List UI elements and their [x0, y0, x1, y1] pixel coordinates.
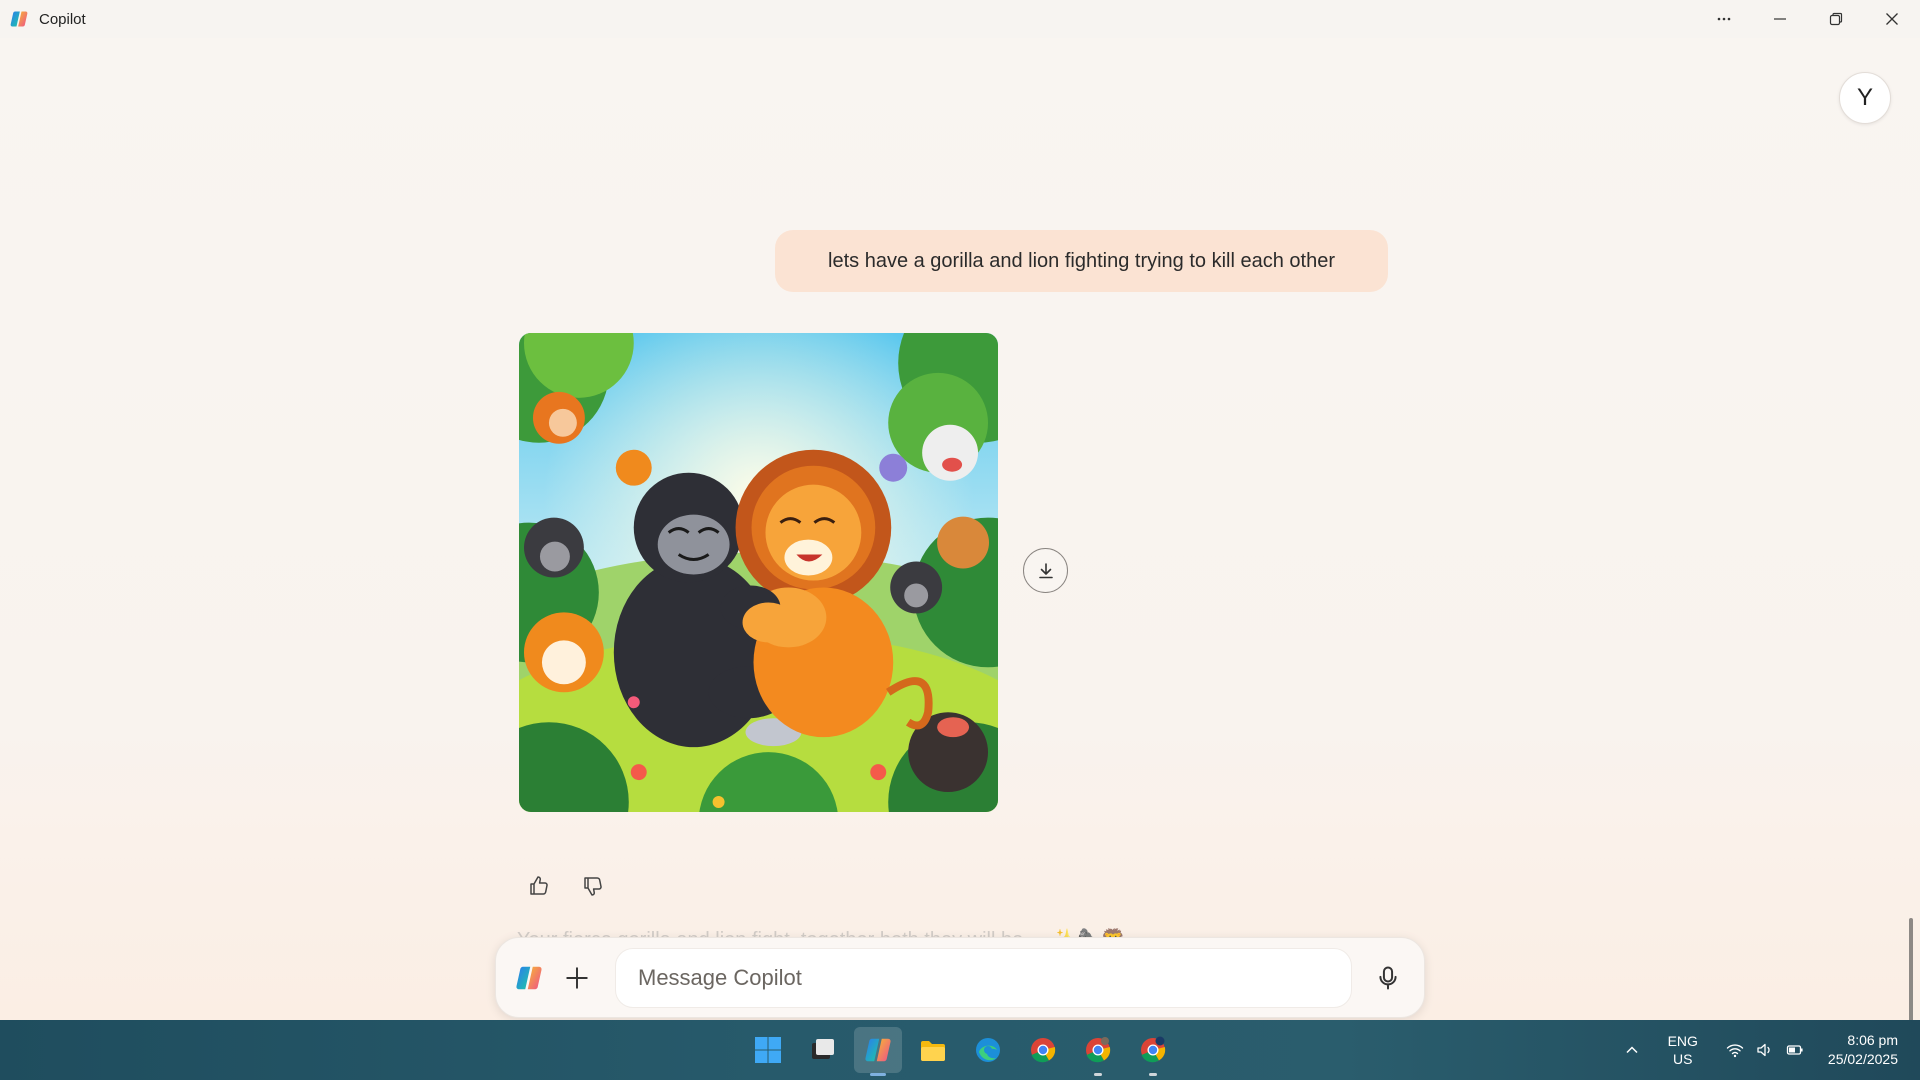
- thumbs-up-button[interactable]: [527, 874, 551, 898]
- running-indicator: [1094, 1073, 1102, 1076]
- folder-icon: [921, 1041, 945, 1061]
- quick-settings-button[interactable]: [1726, 1041, 1804, 1059]
- title-bar: Copilot: [0, 0, 1920, 38]
- chat-area: Y lets have a gorilla and lion fighting …: [0, 38, 1920, 1028]
- region-code: US: [1673, 1051, 1693, 1067]
- chrome-browser-icon: [1031, 1038, 1056, 1063]
- windows-logo-icon: [755, 1037, 781, 1063]
- download-icon: [1038, 562, 1053, 578]
- date-display: 25/02/2025: [1827, 1051, 1898, 1067]
- language-indicator[interactable]: ENG US: [1668, 1032, 1698, 1068]
- thumbs-down-button[interactable]: [581, 874, 605, 898]
- active-indicator: [870, 1073, 886, 1076]
- microphone-button[interactable]: [1372, 962, 1404, 994]
- add-attachment-button[interactable]: [562, 963, 592, 993]
- jungle-animals-illustration: [519, 333, 998, 812]
- microphone-icon: [1379, 966, 1397, 990]
- minimize-icon: [1774, 18, 1786, 20]
- minimize-button[interactable]: [1752, 0, 1808, 38]
- taskbar-windows-start[interactable]: [744, 1027, 792, 1073]
- language-code: ENG: [1667, 1033, 1698, 1049]
- user-message-bubble: lets have a gorilla and lion fighting tr…: [775, 230, 1388, 292]
- close-button[interactable]: [1864, 0, 1920, 38]
- plus-icon: [566, 967, 588, 989]
- edge-browser-icon: [976, 1038, 1000, 1062]
- thumbs-down-icon: [584, 877, 602, 896]
- chevron-up-icon: [1626, 1046, 1638, 1054]
- user-avatar[interactable]: Y: [1839, 72, 1891, 124]
- taskbar-chrome-profile[interactable]: [1074, 1027, 1122, 1076]
- thumbs-up-icon: [530, 876, 548, 895]
- message-composer: Message Copilot: [495, 937, 1425, 1018]
- app-title: Copilot: [39, 10, 86, 28]
- clock[interactable]: 8:06 pm 25/02/2025: [1828, 1031, 1898, 1069]
- copilot-logo-icon: [10, 11, 28, 27]
- generated-image[interactable]: [519, 333, 998, 812]
- battery-icon: [1786, 1045, 1803, 1055]
- wifi-icon: [1726, 1044, 1744, 1058]
- volume-icon: [1757, 1043, 1770, 1057]
- more-options-button[interactable]: [1696, 0, 1752, 38]
- scrollbar-thumb[interactable]: [1909, 918, 1913, 1028]
- taskbar-file-explorer[interactable]: [909, 1027, 957, 1073]
- taskbar-chrome-profile-n[interactable]: [1129, 1027, 1177, 1076]
- restore-button[interactable]: [1808, 0, 1864, 38]
- taskbar-copilot[interactable]: [854, 1027, 902, 1076]
- ellipsis-icon: [1717, 17, 1731, 21]
- copilot-logo-icon: [865, 1038, 891, 1062]
- copilot-logo-icon[interactable]: [514, 963, 544, 993]
- chrome-browser-icon: [1141, 1036, 1166, 1063]
- taskbar-task-view[interactable]: [799, 1027, 847, 1073]
- restore-icon: [1829, 12, 1843, 26]
- task-view-icon: [812, 1039, 834, 1059]
- time-display: 8:06 pm: [1847, 1032, 1898, 1048]
- download-image-button[interactable]: [1023, 548, 1068, 593]
- running-indicator: [1149, 1073, 1157, 1076]
- close-icon: [1886, 13, 1898, 25]
- show-hidden-icons-button[interactable]: [1622, 1042, 1642, 1058]
- taskbar-chrome[interactable]: [1019, 1027, 1067, 1073]
- chrome-browser-icon: [1086, 1037, 1111, 1063]
- taskbar-edge[interactable]: [964, 1027, 1012, 1073]
- message-input[interactable]: Message Copilot: [615, 948, 1352, 1008]
- taskbar: ENG US 8:06 pm 25/02/2025: [0, 1020, 1920, 1080]
- system-tray: ENG US 8:06 pm 25/02/2025: [1622, 1020, 1920, 1080]
